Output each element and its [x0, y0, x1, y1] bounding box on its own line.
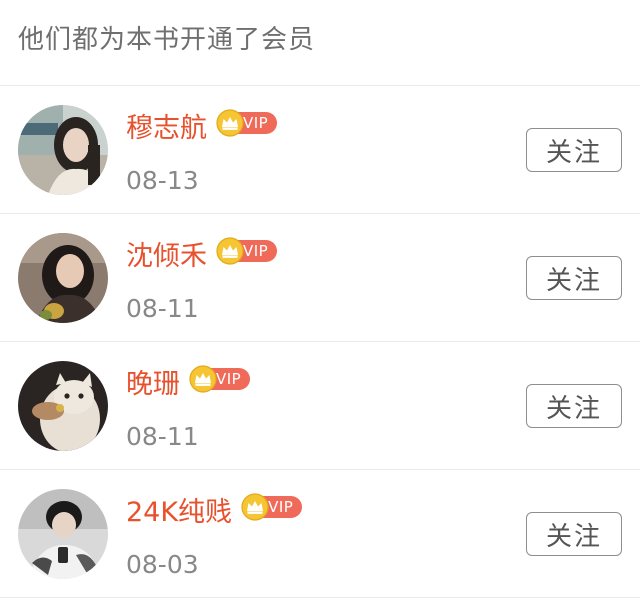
- crown-icon: [216, 109, 244, 137]
- crown-icon: [241, 493, 269, 521]
- member-list: 穆志航 VIP 08-13 关注 沈倾禾 VIP 08-11 关注 晚珊 VIP…: [0, 86, 640, 598]
- member-date: 08-13: [126, 166, 199, 195]
- crown-icon: [216, 237, 244, 265]
- member-name[interactable]: 沈倾禾: [126, 239, 207, 275]
- avatar[interactable]: [18, 361, 108, 451]
- follow-button[interactable]: 关注: [526, 128, 622, 172]
- member-row[interactable]: 穆志航 VIP 08-13 关注: [0, 86, 640, 214]
- name-line: 晚珊 VIP: [126, 365, 251, 403]
- avatar[interactable]: [18, 233, 108, 323]
- member-name[interactable]: 晚珊: [126, 367, 180, 403]
- vip-badge: VIP: [216, 237, 278, 265]
- avatar[interactable]: [18, 489, 108, 579]
- section-header: 他们都为本书开通了会员: [0, 0, 640, 86]
- section-title: 他们都为本书开通了会员: [18, 25, 316, 55]
- member-date: 08-11: [126, 422, 199, 451]
- name-line: 穆志航 VIP: [126, 109, 278, 147]
- vip-badge: VIP: [189, 365, 251, 393]
- follow-button[interactable]: 关注: [526, 384, 622, 428]
- member-name[interactable]: 24K纯贱: [126, 495, 232, 531]
- member-row[interactable]: 晚珊 VIP 08-11 关注: [0, 342, 640, 470]
- follow-button[interactable]: 关注: [526, 256, 622, 300]
- vip-members-panel: 他们都为本书开通了会员 穆志航 VIP 08-13 关注 沈倾禾 VIP 08-…: [0, 0, 640, 601]
- follow-button[interactable]: 关注: [526, 512, 622, 556]
- crown-icon: [189, 365, 217, 393]
- avatar[interactable]: [18, 105, 108, 195]
- name-line: 24K纯贱 VIP: [126, 493, 303, 531]
- member-name[interactable]: 穆志航: [126, 111, 207, 147]
- vip-badge: VIP: [216, 109, 278, 137]
- member-row[interactable]: 24K纯贱 VIP 08-03 关注: [0, 470, 640, 598]
- vip-badge: VIP: [241, 493, 303, 521]
- member-row[interactable]: 沈倾禾 VIP 08-11 关注: [0, 214, 640, 342]
- member-date: 08-11: [126, 294, 199, 323]
- member-date: 08-03: [126, 550, 199, 579]
- name-line: 沈倾禾 VIP: [126, 237, 278, 275]
